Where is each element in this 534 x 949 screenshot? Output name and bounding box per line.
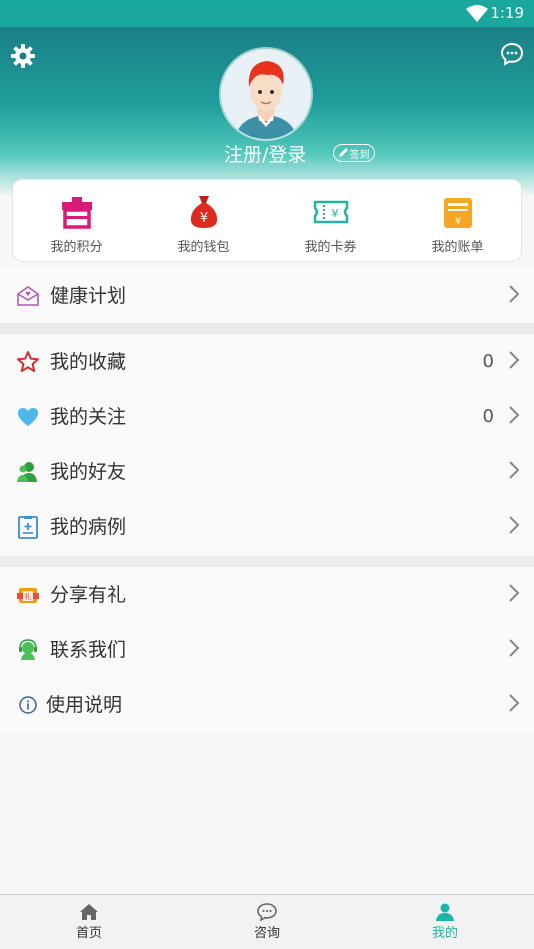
- svg-text:礼: 礼: [25, 592, 32, 601]
- menu-item-friends[interactable]: 我的好友: [0, 444, 534, 499]
- menu-item-label: 我的收藏: [50, 351, 127, 373]
- tab-label: 首页: [75, 926, 102, 941]
- chevron-right-icon: [509, 584, 520, 602]
- quick-action-wallet[interactable]: ¥ 我的钱包: [140, 180, 267, 261]
- menu-item-health-plan[interactable]: 健康计划: [0, 268, 534, 323]
- following-count: 0: [482, 406, 494, 427]
- favorites-count: 0: [482, 351, 494, 372]
- menu-item-instructions[interactable]: 使用说明: [0, 677, 534, 732]
- quick-actions-card: 我的积分 ¥ 我的钱包 ¥ 我的卡券 ¥ 我的账单: [12, 179, 522, 262]
- menu-item-cases[interactable]: 我的病例: [0, 499, 534, 554]
- friends-icon: [17, 462, 37, 482]
- avatar[interactable]: [221, 49, 311, 139]
- quick-action-coupons[interactable]: ¥ 我的卡券: [267, 180, 394, 261]
- wifi-icon: [466, 5, 488, 22]
- bottom-tab-bar: 首页 咨询 我的: [0, 894, 534, 949]
- menu-item-label: 使用说明: [46, 694, 123, 716]
- chat-bubble-icon: [257, 903, 277, 921]
- heart-icon: [18, 408, 38, 426]
- svg-text:¥: ¥: [331, 207, 338, 220]
- info-icon: [19, 696, 37, 714]
- tab-me[interactable]: 我的: [356, 895, 534, 949]
- settings-gear-icon[interactable]: [10, 43, 36, 69]
- menu-item-share[interactable]: 礼 分享有礼: [0, 567, 534, 622]
- menu-item-favorites[interactable]: 我的收藏 0: [0, 334, 534, 389]
- menu-item-label: 我的好友: [50, 461, 127, 483]
- menu-item-label: 健康计划: [50, 285, 127, 307]
- chevron-right-icon: [509, 516, 520, 534]
- login-register-link[interactable]: 注册/登录: [224, 143, 306, 167]
- chevron-right-icon: [509, 351, 520, 369]
- message-bubble-icon[interactable]: [500, 42, 524, 66]
- quick-action-label: 我的卡券: [304, 240, 357, 255]
- menu-item-label: 我的关注: [50, 406, 127, 428]
- avatar-person-icon: [235, 61, 297, 139]
- tab-consult[interactable]: 咨询: [178, 895, 356, 949]
- signin-button[interactable]: 签到: [333, 144, 375, 162]
- status-bar: 1:19: [0, 0, 534, 27]
- bill-icon: ¥: [443, 198, 472, 228]
- quick-action-label: 我的钱包: [177, 240, 230, 255]
- chevron-right-icon: [509, 639, 520, 657]
- quick-action-bills[interactable]: ¥ 我的账单: [394, 180, 521, 261]
- customer-service-icon: [19, 639, 37, 660]
- tab-home[interactable]: 首页: [0, 895, 178, 949]
- chevron-right-icon: [509, 285, 520, 303]
- chevron-right-icon: [509, 461, 520, 479]
- quick-action-label: 我的账单: [431, 240, 484, 255]
- envelope-heart-icon: [17, 286, 39, 306]
- section-divider: [0, 323, 534, 334]
- svg-text:¥: ¥: [454, 216, 460, 227]
- ticket-icon: ¥: [313, 200, 348, 224]
- medical-record-icon: [18, 516, 38, 539]
- section-divider: [0, 556, 534, 567]
- gift-box-icon: [61, 197, 92, 229]
- chevron-right-icon: [509, 406, 520, 424]
- status-time: 1:19: [490, 4, 524, 22]
- menu-item-contact[interactable]: 联系我们: [0, 622, 534, 677]
- gift-badge-icon: 礼: [17, 588, 39, 603]
- money-bag-icon: ¥: [190, 196, 217, 228]
- person-icon: [436, 903, 454, 921]
- quick-action-label: 我的积分: [50, 240, 103, 255]
- menu-item-label: 我的病例: [50, 516, 127, 538]
- menu-item-label: 分享有礼: [50, 584, 127, 606]
- tab-label: 我的: [431, 926, 458, 941]
- tab-label: 咨询: [253, 926, 280, 941]
- chevron-right-icon: [509, 694, 520, 712]
- menu-item-label: 联系我们: [50, 639, 127, 661]
- menu-item-following[interactable]: 我的关注 0: [0, 389, 534, 444]
- quick-action-points[interactable]: 我的积分: [13, 180, 140, 261]
- svg-text:¥: ¥: [199, 211, 207, 226]
- signin-label: 签到: [349, 149, 370, 161]
- profile-header: 注册/登录 签到: [0, 27, 534, 195]
- star-icon: [17, 351, 39, 372]
- pencil-icon: [338, 148, 348, 157]
- home-icon: [80, 904, 98, 920]
